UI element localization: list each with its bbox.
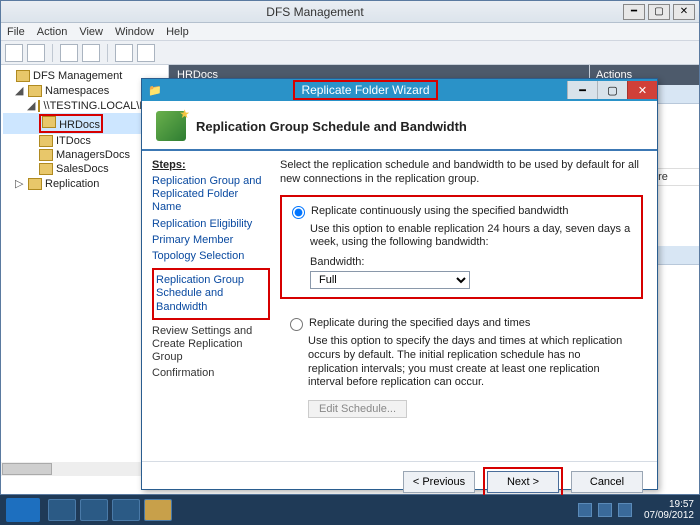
- menu-action[interactable]: Action: [37, 26, 68, 38]
- taskbar-dfs-icon[interactable]: [144, 499, 172, 521]
- menu-window[interactable]: Window: [115, 26, 154, 38]
- toolbar-extra-icon[interactable]: [137, 44, 155, 62]
- taskbar: 19:57 07/09/2012: [0, 495, 700, 525]
- wizard-title-bar: 📁 Replicate Folder Wizard ━ ▢ ✕: [142, 79, 657, 101]
- step-group-name[interactable]: Replication Group and Replicated Folder …: [152, 175, 270, 215]
- previous-button[interactable]: < Previous: [403, 471, 475, 493]
- radio-scheduled[interactable]: [290, 318, 303, 331]
- folder-icon: [38, 100, 40, 112]
- system-tray: 19:57 07/09/2012: [578, 499, 694, 521]
- console-icon: [16, 70, 30, 82]
- step-topology[interactable]: Topology Selection: [152, 250, 270, 263]
- radio-scheduled-label: Replicate during the specified days and …: [309, 317, 530, 329]
- wizard-maximize-button[interactable]: ▢: [597, 81, 627, 99]
- folder-icon: [28, 85, 42, 97]
- taskbar-powershell-icon[interactable]: [80, 499, 108, 521]
- edit-schedule-button: Edit Schedule...: [308, 400, 407, 418]
- step-primary-member[interactable]: Primary Member: [152, 234, 270, 247]
- menu-view[interactable]: View: [79, 26, 103, 38]
- step-review: Review Settings and Create Replication G…: [152, 325, 270, 365]
- wizard-icon: 📁: [142, 84, 164, 97]
- folder-icon: [42, 116, 56, 128]
- clock-date: 07/09/2012: [644, 510, 694, 521]
- folder-icon: [39, 149, 53, 161]
- next-button[interactable]: Next >: [487, 471, 559, 493]
- taskbar-clock[interactable]: 19:57 07/09/2012: [644, 499, 694, 521]
- scheduled-description: Use this option to specify the days and …: [308, 335, 633, 390]
- replication-icon: [28, 178, 42, 190]
- toolbar-refresh-icon[interactable]: [82, 44, 100, 62]
- tray-network-icon[interactable]: [598, 503, 612, 517]
- wizard-heading: Replication Group Schedule and Bandwidth: [196, 119, 467, 134]
- menu-bar: File Action View Window Help: [1, 23, 699, 41]
- tray-flag-icon[interactable]: [578, 503, 592, 517]
- taskbar-server-manager-icon[interactable]: [48, 499, 76, 521]
- toolbar-back-icon[interactable]: [5, 44, 23, 62]
- option-continuous-block: Replicate continuously using the specifi…: [280, 195, 643, 300]
- continuous-description: Use this option to enable replication 24…: [310, 223, 631, 251]
- maximize-button[interactable]: ▢: [648, 4, 670, 20]
- window-controls: ━ ▢ ✕: [623, 4, 695, 20]
- step-eligibility[interactable]: Replication Eligibility: [152, 218, 270, 231]
- toolbar: [1, 41, 699, 65]
- wizard-intro-text: Select the replication schedule and band…: [280, 159, 643, 187]
- wizard-title: Replicate Folder Wizard: [293, 80, 437, 100]
- wizard-main-content: Select the replication schedule and band…: [280, 151, 657, 461]
- option-scheduled-block: Replicate during the specified days and …: [280, 309, 643, 426]
- bandwidth-select[interactable]: Full: [310, 271, 470, 289]
- wizard-minimize-button[interactable]: ━: [567, 81, 597, 99]
- tray-sound-icon[interactable]: [618, 503, 632, 517]
- radio-continuous[interactable]: [292, 206, 305, 219]
- wizard-steps-list: Steps: Replication Group and Replicated …: [142, 151, 280, 461]
- menu-help[interactable]: Help: [166, 26, 189, 38]
- cancel-button[interactable]: Cancel: [571, 471, 643, 493]
- replicate-folder-wizard: 📁 Replicate Folder Wizard ━ ▢ ✕ Replicat…: [141, 78, 658, 490]
- toolbar-help-icon[interactable]: [115, 44, 133, 62]
- folder-icon: [39, 163, 53, 175]
- wizard-header-icon: [156, 111, 186, 141]
- title-bar: DFS Management ━ ▢ ✕: [1, 1, 699, 23]
- close-button[interactable]: ✕: [673, 4, 695, 20]
- wizard-header: Replication Group Schedule and Bandwidth: [142, 101, 657, 151]
- wizard-close-button[interactable]: ✕: [627, 81, 657, 99]
- step-schedule-bandwidth[interactable]: Replication Group Schedule and Bandwidth: [156, 274, 266, 314]
- minimize-button[interactable]: ━: [623, 4, 645, 20]
- toolbar-forward-icon[interactable]: [27, 44, 45, 62]
- start-button[interactable]: [6, 498, 40, 522]
- window-title: DFS Management: [7, 5, 623, 19]
- taskbar-explorer-icon[interactable]: [112, 499, 140, 521]
- toolbar-up-icon[interactable]: [60, 44, 78, 62]
- wizard-window-controls: ━ ▢ ✕: [567, 81, 657, 99]
- radio-continuous-label: Replicate continuously using the specifi…: [311, 205, 568, 217]
- bandwidth-label: Bandwidth:: [310, 256, 631, 268]
- clock-time: 19:57: [644, 499, 694, 510]
- menu-file[interactable]: File: [7, 26, 25, 38]
- step-confirmation: Confirmation: [152, 367, 270, 380]
- steps-header: Steps:: [152, 159, 270, 171]
- folder-icon: [39, 135, 53, 147]
